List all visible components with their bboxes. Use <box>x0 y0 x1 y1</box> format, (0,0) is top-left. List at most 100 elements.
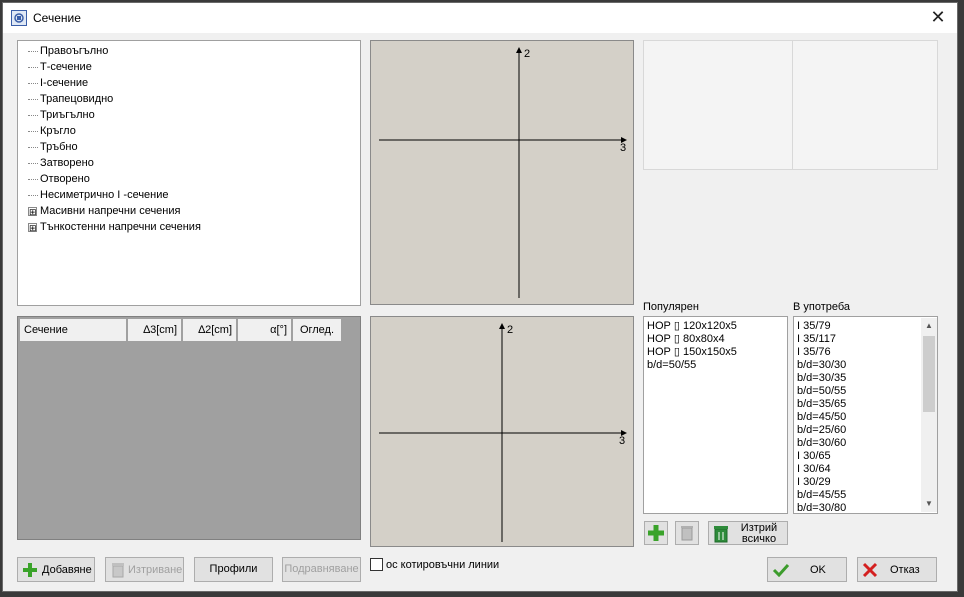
in-use-list-item[interactable]: b/d=30/30 <box>797 359 919 372</box>
in-use-list-item[interactable]: I 35/79 <box>797 320 919 333</box>
add-button-label: Добавяне <box>42 564 92 576</box>
tree-item[interactable]: Трапецовидно <box>28 91 113 107</box>
tree-connector <box>28 114 38 116</box>
tree-item[interactable]: ⊞ Масивни напречни сечения <box>28 203 180 219</box>
tree-connector <box>28 98 38 100</box>
section-dialog: Сечение ✕ Правоъгълно Т-сечение I-сечение Т… <box>2 2 958 592</box>
in-use-list-item[interactable]: I 35/117 <box>797 333 919 346</box>
tree-connector <box>28 130 38 132</box>
title-bar: Сечение ✕ <box>3 3 957 33</box>
tree-item[interactable]: Отворено <box>28 171 90 187</box>
remove-popular-button[interactable] <box>675 521 699 545</box>
tree-item-label: Т-сечение <box>40 61 92 73</box>
in-use-list-item[interactable]: b/d=25/60 <box>797 424 919 437</box>
in-use-list-item[interactable]: b/d=45/55 <box>797 489 919 502</box>
tree-item[interactable]: Несиметрично I -сечение <box>28 187 169 203</box>
in-use-list-item[interactable]: b/d=45/50 <box>797 411 919 424</box>
app-icon <box>11 10 27 26</box>
ok-button-label: OK <box>810 564 826 576</box>
column-header-section[interactable]: Сечение <box>19 318 127 342</box>
properties-panel <box>643 40 938 170</box>
in-use-list-item[interactable]: I 30/29 <box>797 476 919 489</box>
column-header-delta2[interactable]: ∆2[cm] <box>182 318 237 342</box>
axis-label-3: 3 <box>620 142 627 154</box>
tree-item-label: Масивни напречни сечения <box>40 205 181 217</box>
scroll-down-arrow-icon[interactable]: ▼ <box>921 496 937 512</box>
in-use-list[interactable]: I 35/79 I 35/117 I 35/76 b/d=30/30 b/d=30/35… <box>793 316 938 514</box>
tree-item[interactable]: Тръбно <box>28 139 78 155</box>
in-use-list-item[interactable]: b/d=30/80 <box>797 502 919 512</box>
in-use-list-item[interactable]: b/d=50/55 <box>797 385 919 398</box>
close-icon <box>862 562 878 578</box>
popular-list-item[interactable]: НОР ▯ 150x150x5 <box>647 346 737 359</box>
tree-item[interactable]: I-сечение <box>28 75 88 91</box>
tree-item-label: Тънкостенни напречни сечения <box>40 221 201 233</box>
tree-item-label: Несиметрично I -сечение <box>40 189 169 201</box>
in-use-list-item[interactable]: b/d=30/60 <box>797 437 919 450</box>
plus-icon <box>23 563 37 577</box>
dimension-lines-label: ос котировъчни линии <box>386 559 500 571</box>
tree-item-label: Тръбно <box>40 141 78 153</box>
in-use-list-item[interactable]: I 30/65 <box>797 450 919 463</box>
in-use-label: В употреба <box>793 301 851 313</box>
delete-all-button[interactable]: Изтрий всичко <box>708 521 788 545</box>
column-header-view[interactable]: Оглед. <box>292 318 342 342</box>
trash-icon <box>681 526 693 541</box>
scroll-thumb[interactable] <box>923 336 935 412</box>
tree-connector <box>28 146 38 148</box>
tree-item-label: Затворено <box>40 157 94 169</box>
tree-connector <box>28 50 38 52</box>
popular-list-item[interactable]: НОР ▯ 80x80x4 <box>647 333 737 346</box>
properties-divider <box>792 41 793 169</box>
tree-item-label: Правоъгълно <box>40 45 109 57</box>
delete-button-label: Изтриване <box>128 564 183 576</box>
column-header-alpha[interactable]: α[°] <box>237 318 292 342</box>
in-use-list-item[interactable]: I 35/76 <box>797 346 919 359</box>
in-use-scrollbar[interactable]: ▲ ▼ <box>921 318 937 512</box>
ok-button[interactable]: OK <box>767 557 847 582</box>
tree-connector <box>28 162 38 164</box>
add-popular-button[interactable] <box>644 521 668 545</box>
tree-connector <box>28 194 38 196</box>
section-type-tree[interactable]: Правоъгълно Т-сечение I-сечение Трапецовидн… <box>17 40 361 306</box>
align-button[interactable]: Подравняване <box>282 557 361 582</box>
expand-plus-icon[interactable]: ⊞ <box>28 206 37 216</box>
section-preview-bottom[interactable]: 2 3 <box>370 316 634 547</box>
add-button[interactable]: Добавяне <box>17 557 95 582</box>
column-header-delta3[interactable]: ∆3[cm] <box>127 318 182 342</box>
axis-label-3: 3 <box>619 435 626 447</box>
tree-item-label: Трапецовидно <box>40 93 114 105</box>
popular-list-item[interactable]: НОР ▯ 120x120x5 <box>647 320 737 333</box>
tree-item[interactable]: Т-сечение <box>28 59 92 75</box>
axis-label-2: 2 <box>507 324 514 336</box>
window-title: Сечение <box>33 11 81 25</box>
trash-icon <box>112 563 124 578</box>
tree-item[interactable]: ⊞ Тънкостенни напречни сечения <box>28 219 201 235</box>
section-preview-top[interactable]: 2 3 <box>370 40 634 305</box>
tree-item-label: Кръгло <box>40 125 76 137</box>
tree-connector <box>28 82 38 84</box>
tree-item[interactable]: Правоъгълно <box>28 43 108 59</box>
plus-icon <box>648 525 664 541</box>
profiles-button[interactable]: Профили <box>194 557 273 582</box>
in-use-list-item[interactable]: b/d=30/35 <box>797 372 919 385</box>
tree-item[interactable]: Кръгло <box>28 123 76 139</box>
tree-item[interactable]: Затворено <box>28 155 94 171</box>
tree-item-label: Отворено <box>40 173 90 185</box>
dimension-lines-checkbox[interactable] <box>370 558 383 571</box>
in-use-list-item[interactable]: I 30/64 <box>797 463 919 476</box>
axis-label-2: 2 <box>524 48 531 60</box>
in-use-list-item[interactable]: b/d=35/65 <box>797 398 919 411</box>
close-icon[interactable]: ✕ <box>927 6 949 28</box>
sections-grid[interactable]: Сечение ∆3[cm] ∆2[cm] α[°] Оглед. <box>17 316 361 540</box>
popular-list-item[interactable]: b/d=50/55 <box>647 359 737 372</box>
delete-button[interactable]: Изтриване <box>105 557 184 582</box>
popular-list[interactable]: НОР ▯ 120x120x5 НОР ▯ 80x80x4 НОР ▯ 150x15… <box>643 316 788 514</box>
cancel-button[interactable]: Отказ <box>857 557 937 582</box>
tree-connector <box>28 66 38 68</box>
expand-plus-icon[interactable]: ⊞ <box>28 222 37 232</box>
preview-bottom-axes <box>379 323 627 542</box>
tree-item[interactable]: Триъгълно <box>28 107 95 123</box>
delete-all-label: Изтрий всичко <box>733 522 785 545</box>
scroll-up-arrow-icon[interactable]: ▲ <box>921 318 937 334</box>
